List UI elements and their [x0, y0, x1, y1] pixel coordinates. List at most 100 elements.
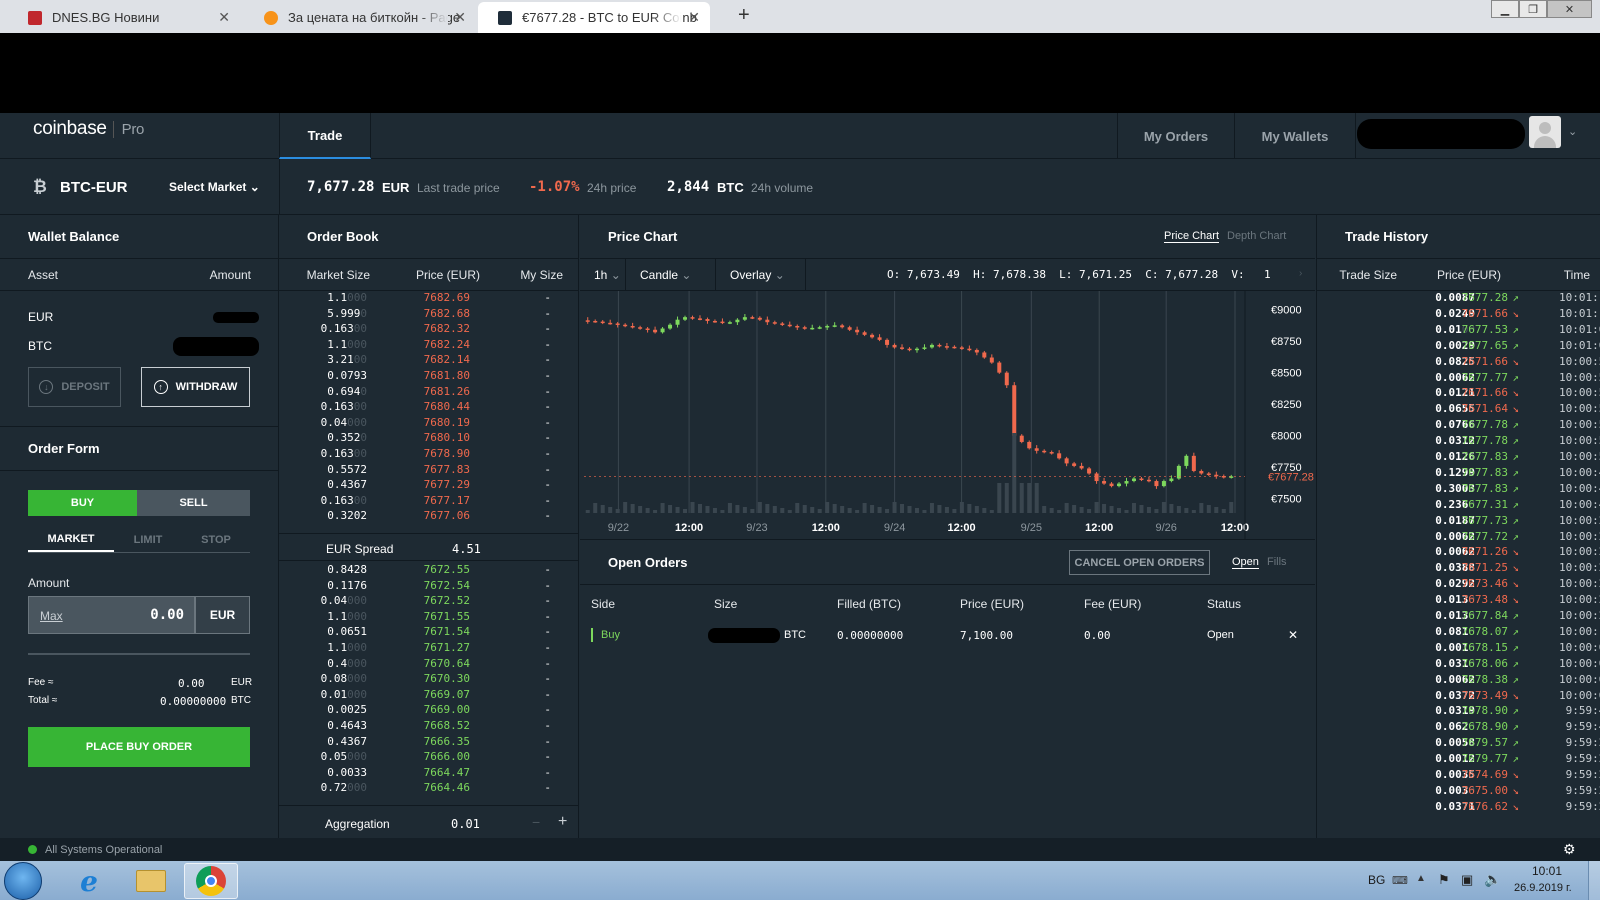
tab-close-icon[interactable]: ✕: [688, 9, 700, 26]
show-desktop-button[interactable]: [1588, 861, 1600, 900]
volume-bar: [1049, 508, 1054, 513]
bid-row[interactable]: 0.0651 7671.54 -: [279, 625, 573, 641]
ask-row[interactable]: 3.2100 7682.14 -: [279, 353, 573, 369]
bid-row[interactable]: 1.1000 7671.27 -: [279, 641, 573, 657]
volume-icon[interactable]: 🔈: [1484, 871, 1501, 888]
overlay-select[interactable]: Overlay ⌄: [716, 259, 806, 291]
ask-row[interactable]: 0.4367 7677.29 -: [279, 478, 573, 494]
ask-row[interactable]: 0.5572 7677.83 -: [279, 463, 573, 479]
amount-input[interactable]: Max 0.00: [28, 596, 195, 634]
keyboard-icon[interactable]: ⌨: [1392, 874, 1408, 887]
ask-row[interactable]: 0.16300 7682.32 -: [279, 322, 573, 338]
nav-my-orders[interactable]: My Orders: [1118, 113, 1234, 159]
bid-row[interactable]: 0.4367 7666.35 -: [279, 735, 573, 751]
ask-row[interactable]: 1.1000 7682.69 -: [279, 291, 573, 307]
chevron-right-icon[interactable]: ›: [1299, 268, 1302, 279]
sell-tab[interactable]: SELL: [137, 490, 250, 516]
ask-row[interactable]: 0.16300 7677.17 -: [279, 494, 573, 510]
status-footer: All Systems Operational ⚙: [0, 838, 1600, 861]
window-close-button[interactable]: ✕: [1547, 0, 1592, 18]
ask-row[interactable]: 0.04000 7680.19 -: [279, 416, 573, 432]
tab-close-icon[interactable]: ✕: [218, 9, 230, 26]
ask-row[interactable]: 0.16300 7678.90 -: [279, 447, 573, 463]
ask-row[interactable]: 1.1000 7682.24 -: [279, 338, 573, 354]
tab-depth-chart[interactable]: Depth Chart: [1227, 230, 1286, 242]
buy-tab[interactable]: BUY: [28, 490, 137, 516]
browser-tab-bitcoin-forum[interactable]: За цената на биткойн - Page 28 ✕: [244, 2, 476, 33]
tab-fills[interactable]: Fills: [1267, 556, 1287, 568]
action-center-flag-icon[interactable]: ⚑: [1438, 872, 1450, 888]
limit-order-tab[interactable]: LIMIT: [114, 528, 182, 552]
interval-select[interactable]: 1h ⌄: [580, 259, 626, 291]
restore-button[interactable]: ❐: [1519, 0, 1547, 18]
row-size: 0.1176: [327, 579, 367, 592]
bid-row[interactable]: 1.1000 7671.55 -: [279, 610, 573, 626]
bid-row[interactable]: 0.1176 7672.54 -: [279, 579, 573, 595]
bid-row[interactable]: 0.4643 7668.52 -: [279, 719, 573, 735]
windows-taskbar: e BG ⌨ ▲ ⚑ ▣ 🔈 10:01 26.9.2019 г.: [0, 861, 1600, 900]
bid-row[interactable]: 0.08000 7670.30 -: [279, 672, 573, 688]
trade-price: 7678.07: [1461, 624, 1508, 638]
tab-open[interactable]: Open: [1232, 556, 1259, 569]
ask-row[interactable]: 0.6940 7681.26 -: [279, 385, 573, 401]
file-explorer-icon[interactable]: [124, 863, 178, 899]
candlestick-chart[interactable]: 9/22 12:00 9/23 12:00 9/24 12:00 9/25 12:00 9/26…: [580, 291, 1315, 540]
deposit-button[interactable]: ↓ DEPOSIT: [28, 367, 121, 407]
browser-tab-coinbase[interactable]: €7677.28 - BTC to EUR Coinbase P ✕: [478, 2, 710, 33]
systems-status[interactable]: All Systems Operational: [45, 844, 162, 856]
ask-row[interactable]: 0.3520 7680.10 -: [279, 431, 573, 447]
tab-trade[interactable]: Trade: [279, 113, 371, 159]
trade-time: 10:00:01: [1559, 672, 1600, 686]
select-market-button[interactable]: Select Market ⌄: [169, 180, 260, 194]
bid-row[interactable]: 0.05000 7666.00 -: [279, 750, 573, 766]
bid-row[interactable]: 0.8428 7672.55 -: [279, 563, 573, 579]
stop-order-tab[interactable]: STOP: [182, 528, 250, 552]
ask-row[interactable]: 0.16300 7680.44 -: [279, 400, 573, 416]
fee-currency: EUR: [231, 677, 253, 688]
chrome-icon[interactable]: [184, 863, 238, 899]
language-indicator[interactable]: BG: [1368, 873, 1385, 887]
cancel-order-icon[interactable]: ✕: [1288, 628, 1298, 642]
chart-style-select[interactable]: Candle ⌄: [626, 259, 716, 291]
candle-body: [914, 348, 919, 351]
start-button-icon[interactable]: [4, 862, 42, 900]
ask-row[interactable]: 0.0793 7681.80 -: [279, 369, 573, 385]
bid-row[interactable]: 0.4000 7670.64 -: [279, 657, 573, 673]
withdraw-button[interactable]: ↑ WITHDRAW: [141, 367, 250, 407]
settings-gear-icon[interactable]: ⚙: [1563, 841, 1576, 858]
volume-bar: [1102, 504, 1107, 513]
minimize-button[interactable]: ▁: [1491, 0, 1519, 18]
volume-bar: [825, 502, 830, 513]
coinbase-logo[interactable]: coinbase Pro: [33, 118, 144, 140]
nav-my-wallets[interactable]: My Wallets: [1235, 113, 1355, 159]
bid-row[interactable]: 0.0033 7664.47 -: [279, 766, 573, 782]
account-chevron-down-icon[interactable]: ⌄: [1568, 125, 1577, 138]
tab-price-chart[interactable]: Price Chart: [1164, 230, 1220, 243]
ask-row[interactable]: 5.9990 7682.68 -: [279, 307, 573, 323]
avatar[interactable]: [1529, 116, 1561, 148]
arrow-up-right-icon: ↗: [1512, 450, 1519, 463]
market-order-tab[interactable]: MARKET: [28, 528, 114, 552]
internet-explorer-icon[interactable]: e: [62, 863, 116, 899]
fee-label: Fee ≈: [28, 677, 54, 688]
bid-row[interactable]: 0.01000 7669.07 -: [279, 688, 573, 704]
ask-row[interactable]: 0.3202 7677.06 -: [279, 509, 573, 525]
browser-tab-dnes[interactable]: DNES.BG Новини ✕: [8, 2, 240, 33]
row-price: 7682.24: [423, 337, 470, 351]
show-hidden-icons-icon[interactable]: ▲: [1416, 873, 1426, 884]
cancel-open-orders-button[interactable]: CANCEL OPEN ORDERS: [1069, 550, 1210, 575]
network-icon[interactable]: ▣: [1461, 872, 1473, 888]
clock-time[interactable]: 10:01: [1532, 864, 1562, 878]
bid-row[interactable]: 0.72000 7664.46 -: [279, 781, 573, 797]
open-order-row[interactable]: Buy BTC 0.00000000 7,100.00 0.00 Open ✕: [580, 621, 1315, 649]
bid-row[interactable]: 0.0025 7669.00 -: [279, 703, 573, 719]
bid-row[interactable]: 0.04000 7672.52 -: [279, 594, 573, 610]
new-tab-button[interactable]: +: [738, 4, 750, 27]
aggregation-decrease-button[interactable]: −: [532, 814, 540, 830]
tab-close-icon[interactable]: ✕: [454, 9, 466, 26]
clock-date[interactable]: 26.9.2019 г.: [1514, 882, 1572, 894]
place-buy-order-button[interactable]: PLACE BUY ORDER: [28, 727, 250, 767]
max-link[interactable]: Max: [40, 609, 63, 623]
aggregation-increase-button[interactable]: +: [558, 813, 567, 831]
row-price: 7682.14: [423, 353, 470, 367]
